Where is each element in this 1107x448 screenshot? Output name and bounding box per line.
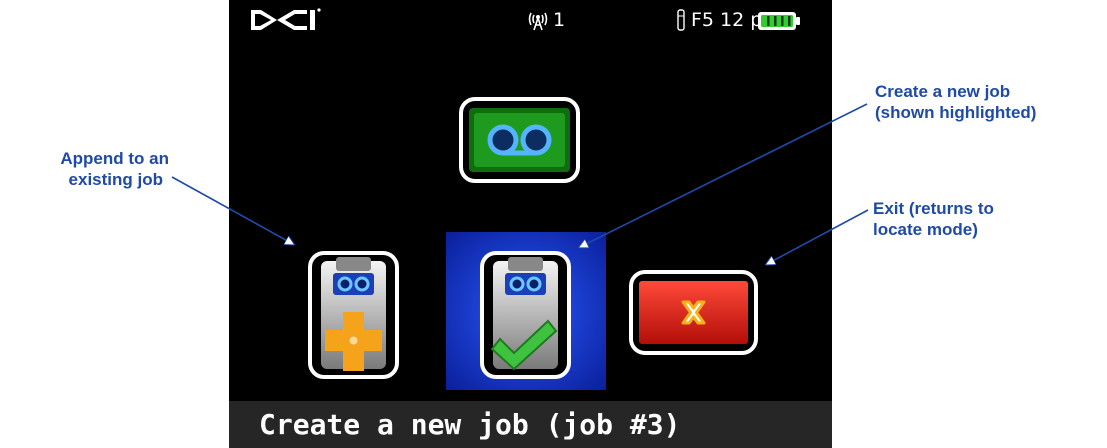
exit-arrow <box>767 209 869 264</box>
create-arrow <box>580 103 868 247</box>
callout-arrows <box>171 103 869 448</box>
append-arrow <box>171 176 293 244</box>
